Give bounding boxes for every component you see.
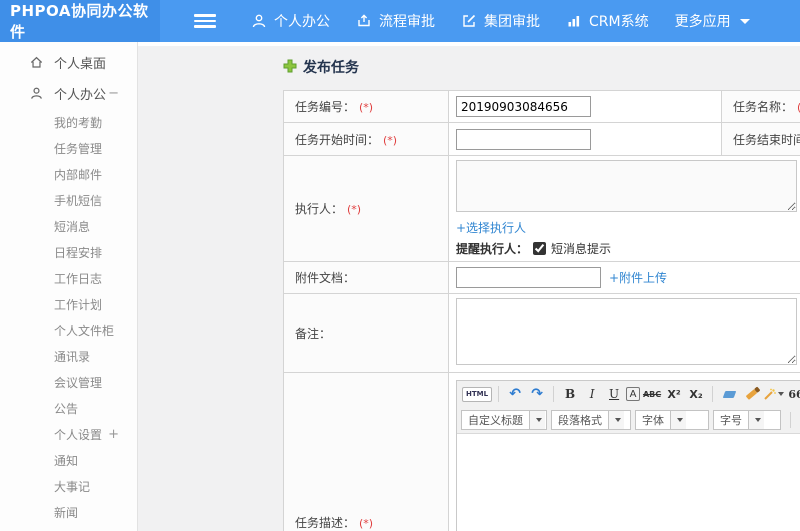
font-family-select[interactable]: 字体 <box>635 410 709 430</box>
sidebar-item-announcement[interactable]: 公告 <box>0 395 137 421</box>
publish-task-form: 任务编号：(*) 任务名称：(*) 任务开始时间：(*) 任务结束时间：(*) … <box>283 90 800 531</box>
chevron-down-icon <box>608 411 624 429</box>
editor-toolbar-row2: 自定义标题 段落格式 字体 字号 <box>457 407 800 434</box>
sidebar-item-work-log[interactable]: 工作日志 <box>0 265 137 291</box>
chevron-down-icon <box>778 392 785 396</box>
start-time-input[interactable] <box>456 128 591 150</box>
nav-crm-system[interactable]: CRM系统 <box>553 0 662 42</box>
undo-button[interactable]: ↶ <box>505 384 525 404</box>
editor-content-area[interactable] <box>457 434 800 531</box>
nav-workflow-approval[interactable]: 流程审批 <box>343 0 448 42</box>
redo-button[interactable]: ↷ <box>527 384 547 404</box>
sidebar-item-contacts[interactable]: 通讯录 <box>0 343 137 369</box>
collapse-icon[interactable]: − <box>108 86 119 101</box>
strikethrough-button[interactable]: ABC <box>642 384 662 404</box>
executor-textarea[interactable] <box>456 160 797 212</box>
topbar: PHPOA协同办公软件 个人办公 流程审批 集团审批 CRM系统 更多应用 <box>0 0 800 42</box>
paragraph-format-select[interactable]: 段落格式 <box>551 410 631 430</box>
underline-button[interactable]: U <box>604 384 624 404</box>
page-title: 发布任务 <box>283 57 800 77</box>
blockquote-button[interactable]: 66 <box>786 384 800 404</box>
sidebar-item-my-attendance[interactable]: 我的考勤 <box>0 109 137 135</box>
font-size-select[interactable]: 字号 <box>713 410 781 430</box>
remark-label: 备注： <box>283 293 449 373</box>
sidebar-item-personal-desktop[interactable]: 个人桌面 <box>0 47 137 78</box>
italic-button[interactable]: I <box>582 384 602 404</box>
editor-toolbar-row1: HTML ↶ ↷ B I U A ABC X² X₂ 6 <box>457 381 800 407</box>
sidebar-item-news[interactable]: 新闻 <box>0 499 137 525</box>
nav-personal-office[interactable]: 个人办公 <box>238 0 343 42</box>
chevron-down-icon <box>748 411 764 429</box>
remark-textarea[interactable] <box>456 298 797 365</box>
task-number-input[interactable] <box>456 96 591 117</box>
format-brush-button[interactable] <box>741 384 761 404</box>
html-source-button[interactable]: HTML <box>462 386 493 402</box>
add-plus-icon <box>283 58 297 77</box>
sidebar-item-personal-settings[interactable]: 个人设置 + <box>0 421 137 447</box>
sidebar: 个人桌面 个人办公 − 我的考勤 任务管理 内部邮件 手机短信 短消息 日程安排… <box>0 42 138 531</box>
bar-chart-icon <box>566 13 582 29</box>
edit-icon <box>461 13 477 29</box>
sidebar-item-internal-mail[interactable]: 内部邮件 <box>0 161 137 187</box>
sidebar-item-events[interactable]: 大事记 <box>0 473 137 499</box>
sms-remind-label: 短消息提示 <box>551 242 612 256</box>
sidebar-item-notice[interactable]: 通知 <box>0 447 137 473</box>
sidebar-item-personal-office[interactable]: 个人办公 − <box>0 78 137 109</box>
user-icon <box>251 13 267 29</box>
rich-text-editor: HTML ↶ ↷ B I U A ABC X² X₂ 6 自定义标题 段落格式 … <box>456 380 800 531</box>
start-time-label: 任务开始时间： (*) <box>283 122 449 156</box>
sidebar-item-work-plan[interactable]: 工作计划 <box>0 291 137 317</box>
sidebar-item-task-management[interactable]: 任务管理 <box>0 135 137 161</box>
top-navigation: 个人办公 流程审批 集团审批 CRM系统 更多应用 <box>238 0 763 42</box>
end-time-label: 任务结束时间：(*) <box>721 122 800 156</box>
quick-format-button[interactable] <box>763 384 785 404</box>
chevron-down-icon <box>529 411 545 429</box>
nav-group-approval[interactable]: 集团审批 <box>448 0 553 42</box>
attachment-upload-link[interactable]: +附件上传 <box>609 269 667 286</box>
choose-executor-link[interactable]: +选择执行人 <box>456 221 526 235</box>
flow-approval-icon <box>356 13 372 29</box>
main-content: 发布任务 任务编号：(*) 任务名称：(*) 任务开始时间：(*) 任务结束时间… <box>138 42 800 531</box>
bold-button[interactable]: B <box>560 384 580 404</box>
remind-executor-label: 提醒执行人： <box>456 242 529 256</box>
sidebar-item-sms[interactable]: 手机短信 <box>0 187 137 213</box>
subscript-button[interactable]: X₂ <box>686 384 706 404</box>
expand-icon[interactable]: + <box>108 427 119 442</box>
chevron-down-icon <box>670 411 686 429</box>
eraser-button[interactable] <box>719 384 739 404</box>
superscript-button[interactable]: X² <box>664 384 684 404</box>
app-logo: PHPOA协同办公软件 <box>0 0 160 42</box>
nav-more-apps[interactable]: 更多应用 <box>662 0 763 42</box>
sidebar-item-short-message[interactable]: 短消息 <box>0 213 137 239</box>
description-label: 任务描述： (*) <box>283 372 449 531</box>
sidebar-item-schedule[interactable]: 日程安排 <box>0 239 137 265</box>
attachment-input[interactable] <box>456 267 601 288</box>
home-icon <box>28 54 45 71</box>
executor-label: 执行人： (*) <box>283 155 449 262</box>
user-icon <box>28 85 45 102</box>
attachment-label: 附件文档： <box>283 261 449 294</box>
custom-title-select[interactable]: 自定义标题 <box>461 410 547 430</box>
sms-remind-checkbox[interactable] <box>533 242 547 255</box>
hamburger-menu-icon[interactable] <box>194 0 216 42</box>
task-number-label: 任务编号： (*) <box>283 90 449 123</box>
task-name-label: 任务名称：(*) <box>721 90 800 123</box>
text-style-button[interactable]: A <box>626 387 641 401</box>
chevron-down-icon <box>739 18 750 24</box>
sidebar-item-personal-file-cabinet[interactable]: 个人文件柜 <box>0 317 137 343</box>
sidebar-item-meeting-management[interactable]: 会议管理 <box>0 369 137 395</box>
